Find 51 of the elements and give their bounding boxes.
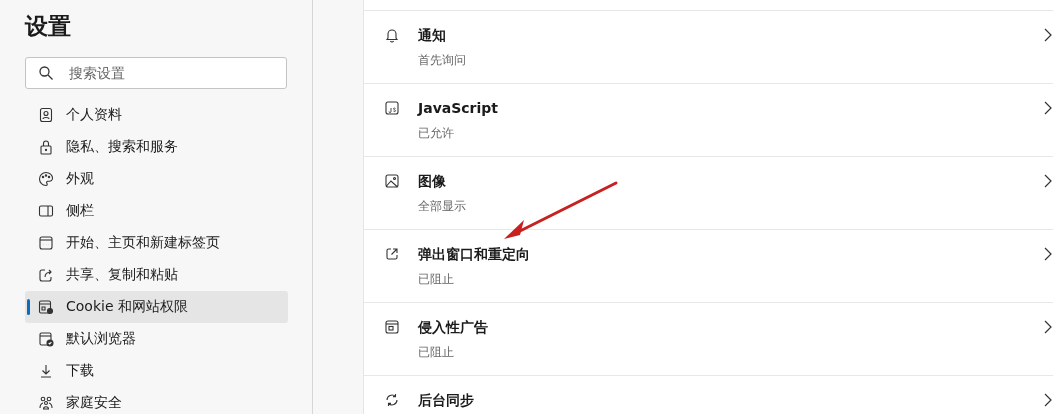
sidebar-item[interactable]: 外观	[25, 163, 288, 195]
chevron-right-icon	[1043, 319, 1053, 335]
bell-icon	[384, 27, 400, 43]
share-icon	[38, 267, 54, 283]
permission-title: 通知	[418, 26, 447, 45]
sidebar-item[interactable]: Cookie 和网站权限	[25, 291, 288, 323]
javascript-icon	[384, 100, 400, 116]
sidebar-item[interactable]: 开始、主页和新建标签页	[25, 227, 288, 259]
open-external-icon	[384, 246, 400, 262]
chevron-right-icon	[1043, 392, 1053, 408]
permission-title: 图像	[418, 172, 447, 191]
download-icon	[38, 363, 54, 379]
sidebar-item[interactable]: 下载	[25, 355, 288, 387]
new-tab-icon	[38, 235, 54, 251]
permission-title: 弹出窗口和重定向	[418, 245, 531, 264]
family-icon	[38, 395, 54, 411]
chevron-right-icon	[1043, 246, 1053, 262]
settings-title: 设置	[25, 12, 72, 41]
palette-icon	[38, 171, 54, 187]
browser-check-icon	[38, 331, 54, 347]
permission-row[interactable]: 侵入性广告 已阻止	[364, 302, 1053, 375]
image-icon	[384, 173, 400, 189]
permission-status: 已阻止	[418, 344, 455, 360]
permission-row[interactable]: 通知 首先询问	[364, 10, 1053, 83]
sidebar-item[interactable]: 侧栏	[25, 195, 288, 227]
permission-row[interactable]: JavaScript 已允许	[364, 83, 1053, 156]
sidebar-icon	[38, 203, 54, 219]
sync-icon	[384, 392, 400, 408]
sidebar-item[interactable]: 个人资料	[25, 99, 288, 131]
permission-title: 侵入性广告	[418, 318, 489, 337]
permission-status: 已允许	[418, 125, 455, 141]
window-ad-icon	[384, 319, 400, 335]
cookie-settings-icon	[38, 299, 54, 315]
sidebar-item[interactable]: 隐私、搜索和服务	[25, 131, 288, 163]
search-field[interactable]: 搜索设置	[25, 57, 287, 89]
chevron-right-icon	[1043, 27, 1053, 43]
permission-status: 首先询问	[418, 52, 467, 68]
permission-row[interactable]: 弹出窗口和重定向 已阻止	[364, 229, 1053, 302]
sidebar-item[interactable]: 共享、复制和粘贴	[25, 259, 288, 291]
permission-row[interactable]: 图像 全部显示	[364, 156, 1053, 229]
sidebar-item[interactable]: 家庭安全	[25, 387, 288, 414]
lock-icon	[38, 139, 54, 155]
sidebar-item[interactable]: 默认浏览器	[25, 323, 288, 355]
permission-row[interactable]: 后台同步	[364, 375, 1053, 414]
chevron-right-icon	[1043, 100, 1053, 116]
permission-status: 全部显示	[418, 198, 467, 214]
profile-icon	[38, 107, 54, 123]
permission-status: 已阻止	[418, 271, 455, 287]
chevron-right-icon	[1043, 173, 1053, 189]
permission-title: 后台同步	[418, 391, 475, 410]
permission-title: JavaScript	[418, 99, 500, 118]
